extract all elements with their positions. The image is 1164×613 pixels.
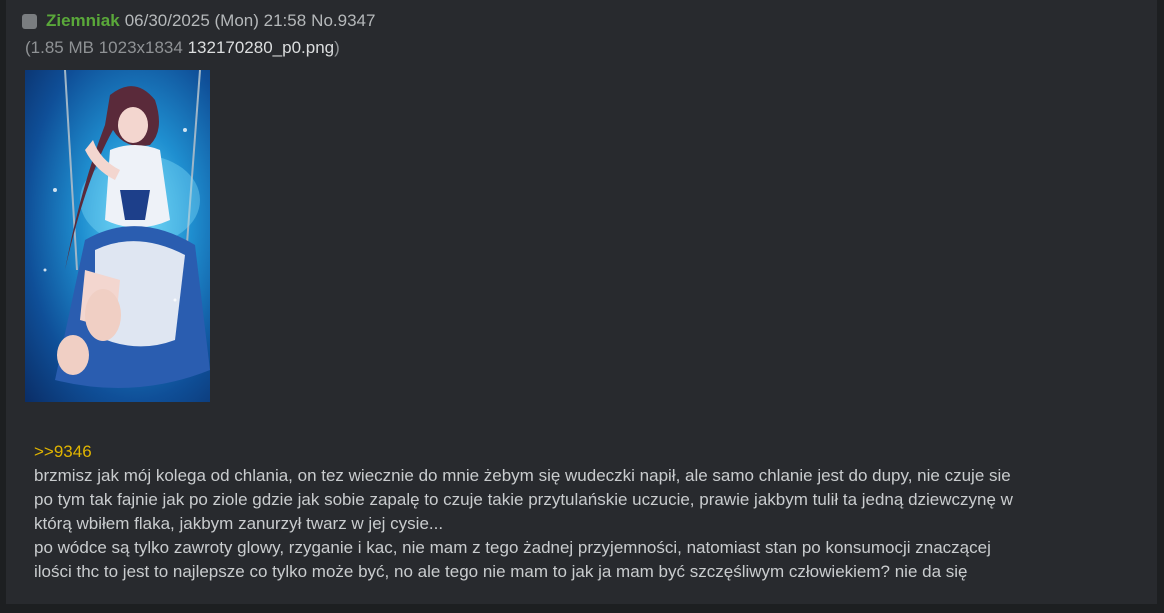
poster-name: Ziemniak (46, 11, 120, 30)
file-meta: 1.85 MB 1023x1834 (30, 38, 183, 57)
body-line: po tym tak fajnie jak po ziole gdzie jak… (34, 490, 1013, 509)
file-info-close-paren: ) (334, 38, 340, 57)
thumbnail-illustration (43, 70, 210, 388)
post-datetime: 06/30/2025 (Mon) 21:58 (124, 11, 307, 30)
post-number-link[interactable]: No.9347 (311, 11, 375, 31)
post-image-thumbnail[interactable] (25, 70, 210, 402)
file-name-link[interactable]: 132170280_p0.png (188, 38, 335, 57)
body-line: ilości thc to jest to najlepsze co tylko… (34, 562, 968, 581)
select-post-checkbox[interactable] (22, 13, 37, 29)
body-line: którą wbiłem flaka, jakbym zanurzył twar… (34, 514, 444, 533)
body-line: brzmisz jak mój kolega od chlania, on te… (34, 466, 1011, 485)
post-header: Ziemniak 06/30/2025 (Mon) 21:58 No.9347 (22, 10, 375, 32)
body-line: po wódce są tylko zawroty glowy, rzygani… (34, 538, 991, 557)
file-info: (1.85 MB 1023x1834 132170280_p0.png) (25, 38, 340, 58)
post-body: >>9346 brzmisz jak mój kolega od chlania… (34, 440, 1124, 584)
post-reply: Ziemniak 06/30/2025 (Mon) 21:58 No.9347 … (6, 0, 1157, 604)
reply-quote-link[interactable]: >>9346 (34, 440, 1124, 464)
